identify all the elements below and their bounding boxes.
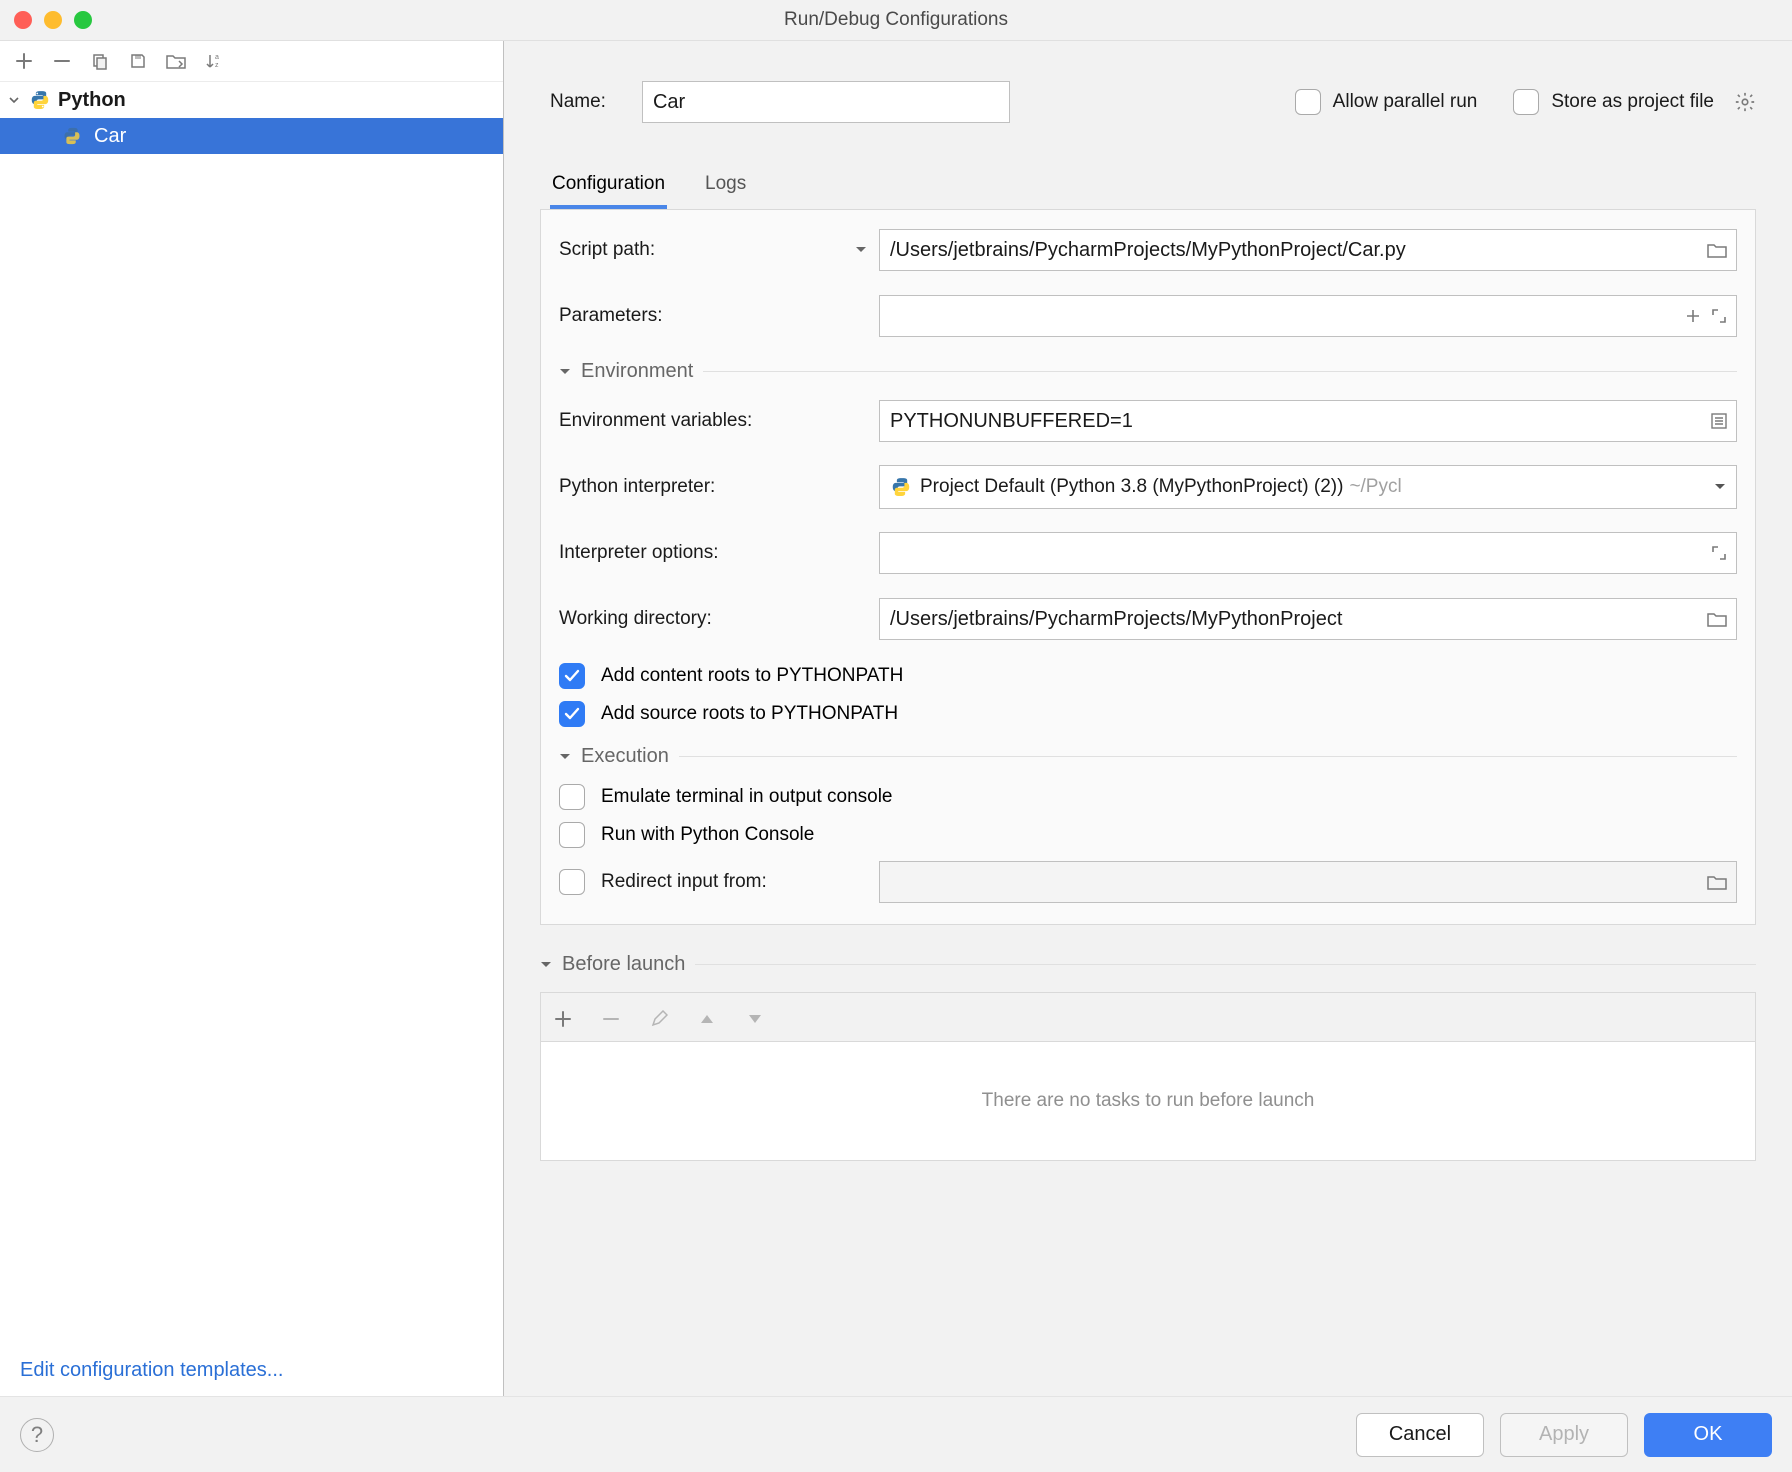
remove-task-button[interactable] <box>599 1007 623 1031</box>
save-config-button[interactable] <box>126 49 150 73</box>
move-task-up-button[interactable] <box>695 1007 719 1031</box>
tab-configuration[interactable]: Configuration <box>550 163 667 209</box>
tab-logs[interactable]: Logs <box>703 163 748 209</box>
expand-icon[interactable] <box>1711 308 1727 324</box>
parameters-label: Parameters: <box>559 305 662 327</box>
add-content-roots-label: Add content roots to PYTHONPATH <box>601 665 903 687</box>
script-path-label: Script path: <box>559 239 655 261</box>
zoom-window-button[interactable] <box>74 11 92 29</box>
minimize-window-button[interactable] <box>44 11 62 29</box>
dialog-footer: ? Cancel Apply OK <box>0 1396 1792 1472</box>
move-task-down-button[interactable] <box>743 1007 767 1031</box>
environment-section-header[interactable]: Environment <box>559 360 1737 383</box>
config-item-car[interactable]: Car <box>0 118 503 154</box>
execution-section-header[interactable]: Execution <box>559 745 1737 768</box>
chevron-down-icon <box>540 959 552 971</box>
before-launch-toolbar <box>540 992 1756 1041</box>
store-as-project-file-label: Store as project file <box>1551 91 1714 113</box>
run-with-console-checkbox[interactable] <box>559 822 585 848</box>
redirect-input-checkbox[interactable] <box>559 869 585 895</box>
svg-text:z: z <box>215 62 219 69</box>
add-config-button[interactable] <box>12 49 36 73</box>
env-vars-label: Environment variables: <box>559 410 752 432</box>
divider <box>703 371 1737 372</box>
help-button[interactable]: ? <box>20 1418 54 1452</box>
sidebar-toolbar: az <box>0 41 503 82</box>
chevron-down-icon <box>1714 481 1726 493</box>
divider <box>679 756 1737 757</box>
run-with-console-label: Run with Python Console <box>601 824 814 846</box>
script-path-input[interactable] <box>879 229 1737 271</box>
interpreter-options-label: Interpreter options: <box>559 542 718 564</box>
chevron-down-icon <box>559 366 571 378</box>
window-controls <box>0 11 92 29</box>
working-directory-label: Working directory: <box>559 608 712 630</box>
window-title: Run/Debug Configurations <box>0 9 1792 31</box>
folder-icon[interactable] <box>1707 242 1727 258</box>
before-launch-empty: There are no tasks to run before launch <box>540 1041 1756 1161</box>
divider <box>695 964 1756 965</box>
allow-parallel-run-label: Allow parallel run <box>1333 91 1478 113</box>
close-window-button[interactable] <box>14 11 32 29</box>
script-path-dropdown-icon[interactable] <box>855 244 867 256</box>
python-file-icon <box>60 124 84 148</box>
tabs: Configuration Logs <box>540 163 1756 209</box>
configuration-panel: Name: Allow parallel run Store as projec… <box>504 41 1792 1396</box>
edit-task-button[interactable] <box>647 1007 671 1031</box>
copy-config-button[interactable] <box>88 49 112 73</box>
sort-config-button[interactable]: az <box>202 49 226 73</box>
chevron-down-icon <box>8 94 22 106</box>
parameters-input[interactable] <box>879 295 1737 337</box>
name-input[interactable] <box>642 81 1010 123</box>
add-source-roots-checkbox[interactable] <box>559 701 585 727</box>
working-directory-input[interactable] <box>879 598 1737 640</box>
config-tree: Python Car <box>0 82 503 1359</box>
svg-text:a: a <box>215 54 219 61</box>
python-icon <box>28 88 52 112</box>
interpreter-options-input[interactable] <box>879 532 1737 574</box>
folder-icon[interactable] <box>1707 874 1727 890</box>
titlebar: Run/Debug Configurations <box>0 0 1792 41</box>
cancel-button[interactable]: Cancel <box>1356 1413 1484 1457</box>
remove-config-button[interactable] <box>50 49 74 73</box>
add-source-roots-label: Add source roots to PYTHONPATH <box>601 703 898 725</box>
expand-icon[interactable] <box>1711 545 1727 561</box>
redirect-input-label: Redirect input from: <box>601 871 767 893</box>
emulate-terminal-checkbox[interactable] <box>559 784 585 810</box>
python-interpreter-select[interactable]: Project Default (Python 3.8 (MyPythonPro… <box>879 465 1737 509</box>
gear-icon[interactable] <box>1734 91 1756 113</box>
config-group-python[interactable]: Python <box>0 82 503 118</box>
config-group-label: Python <box>58 89 126 112</box>
add-task-button[interactable] <box>551 1007 575 1031</box>
python-interpreter-value: Project Default (Python 3.8 (MyPythonPro… <box>920 476 1343 498</box>
folder-config-button[interactable] <box>164 49 188 73</box>
edit-templates-link[interactable]: Edit configuration templates... <box>20 1359 283 1381</box>
store-as-project-file-checkbox[interactable] <box>1513 89 1539 115</box>
chevron-down-icon <box>559 751 571 763</box>
before-launch-header[interactable]: Before launch <box>540 953 1756 976</box>
python-interpreter-label: Python interpreter: <box>559 476 715 498</box>
allow-parallel-run-checkbox[interactable] <box>1295 89 1321 115</box>
configurations-sidebar: az Python Car <box>0 41 504 1396</box>
python-icon <box>890 476 912 498</box>
python-interpreter-path: ~/Pycl <box>1349 476 1401 498</box>
list-icon[interactable] <box>1711 413 1727 429</box>
name-label: Name: <box>550 91 606 113</box>
add-macro-icon[interactable] <box>1685 308 1701 324</box>
apply-button[interactable]: Apply <box>1500 1413 1628 1457</box>
emulate-terminal-label: Emulate terminal in output console <box>601 786 893 808</box>
folder-icon[interactable] <box>1707 611 1727 627</box>
env-vars-input[interactable] <box>879 400 1737 442</box>
redirect-input-field[interactable] <box>879 861 1737 903</box>
ok-button[interactable]: OK <box>1644 1413 1772 1457</box>
config-item-label: Car <box>94 125 126 148</box>
add-content-roots-checkbox[interactable] <box>559 663 585 689</box>
configuration-form: Script path: <box>540 209 1756 925</box>
